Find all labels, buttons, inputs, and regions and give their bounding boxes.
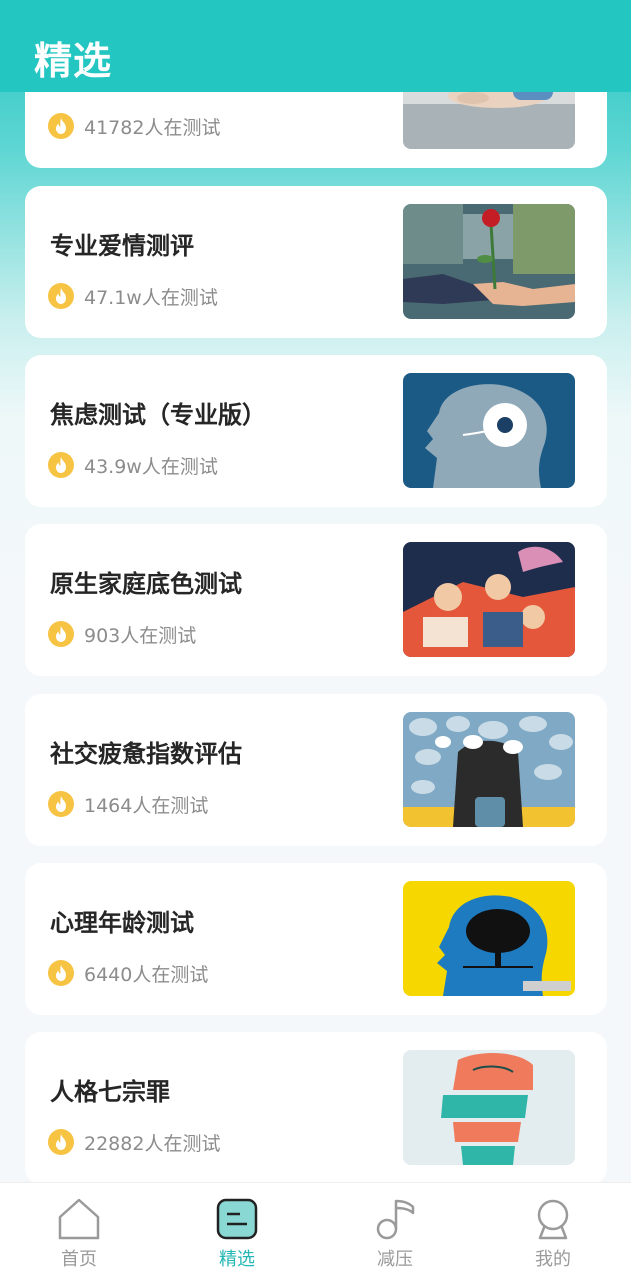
tree-head-illustration [403,881,575,996]
fire-icon [48,960,74,986]
daisy-head-illustration [403,373,575,488]
feet-on-floor-photo [403,92,575,149]
tab-profile[interactable]: 我的 [474,1183,631,1280]
test-title: 人格七宗罪 [50,1078,170,1106]
test-card[interactable]: 社交疲惫指数评估 1464人在测试 [25,694,607,846]
participant-count-row: 6440人在测试 [48,960,208,986]
test-title: 社交疲惫指数评估 [50,740,242,768]
featured-icon [216,1198,258,1240]
participant-count-row: 903人在测试 [48,621,196,647]
fire-icon [48,452,74,478]
test-card[interactable]: 人格七宗罪 22882人在测试 [25,1032,607,1182]
family-illustration [403,542,575,657]
home-icon [58,1198,100,1240]
participant-count: 1464人在测试 [84,794,209,817]
sliced-statue-illustration [403,1050,575,1165]
tab-featured[interactable]: 精选 [158,1183,316,1280]
participant-count: 6440人在测试 [84,963,209,986]
test-card[interactable]: 心理年龄测试 6440人在测试 [25,863,607,1015]
participant-count: 47.1w人在测试 [84,286,218,309]
test-card[interactable]: 41782人在测试 [25,92,607,168]
participant-count: 903人在测试 [84,624,197,647]
test-card[interactable]: 专业爱情测评 47.1w人在测试 [25,186,607,338]
participant-count-row: 41782人在测试 [48,113,220,139]
participant-count: 22882人在测试 [84,1132,221,1155]
tab-home[interactable]: 首页 [0,1183,158,1280]
fire-icon [48,791,74,817]
bottom-tab-bar: 首页 精选 减压 我的 [0,1182,631,1280]
tab-label: 减压 [377,1249,413,1270]
test-card[interactable]: 焦虑测试（专业版） 43.9w人在测试 [25,355,607,507]
tab-label: 我的 [535,1249,571,1270]
participant-count-row: 47.1w人在测试 [48,283,218,309]
participant-count-row: 1464人在测试 [48,791,208,817]
test-list[interactable]: 41782人在测试 专业爱情测评 47.1w人在测试 焦虑测试（专业版） 43.… [0,92,631,1182]
test-title: 专业爱情测评 [50,232,194,260]
speech-bubbles-illustration [403,712,575,827]
test-title: 心理年龄测试 [50,909,194,937]
page-title: 精选 [34,39,113,83]
header-bar: 精选 [0,0,631,92]
test-card[interactable]: 原生家庭底色测试 903人在测试 [25,524,607,676]
participant-count: 41782人在测试 [84,116,221,139]
tab-label: 精选 [219,1249,255,1270]
profile-icon [537,1199,569,1240]
fire-icon [48,1129,74,1155]
tab-label: 首页 [61,1249,97,1270]
participant-count-row: 22882人在测试 [48,1129,220,1155]
fire-icon [48,283,74,309]
participant-count-row: 43.9w人在测试 [48,452,218,478]
music-note-icon [376,1199,415,1240]
participant-count: 43.9w人在测试 [84,455,218,478]
test-title: 焦虑测试（专业版） [50,401,266,429]
tab-relax[interactable]: 减压 [316,1183,474,1280]
fire-icon [48,113,74,139]
fire-icon [48,621,74,647]
test-title: 原生家庭底色测试 [50,570,242,598]
rose-handover-photo [403,204,575,319]
